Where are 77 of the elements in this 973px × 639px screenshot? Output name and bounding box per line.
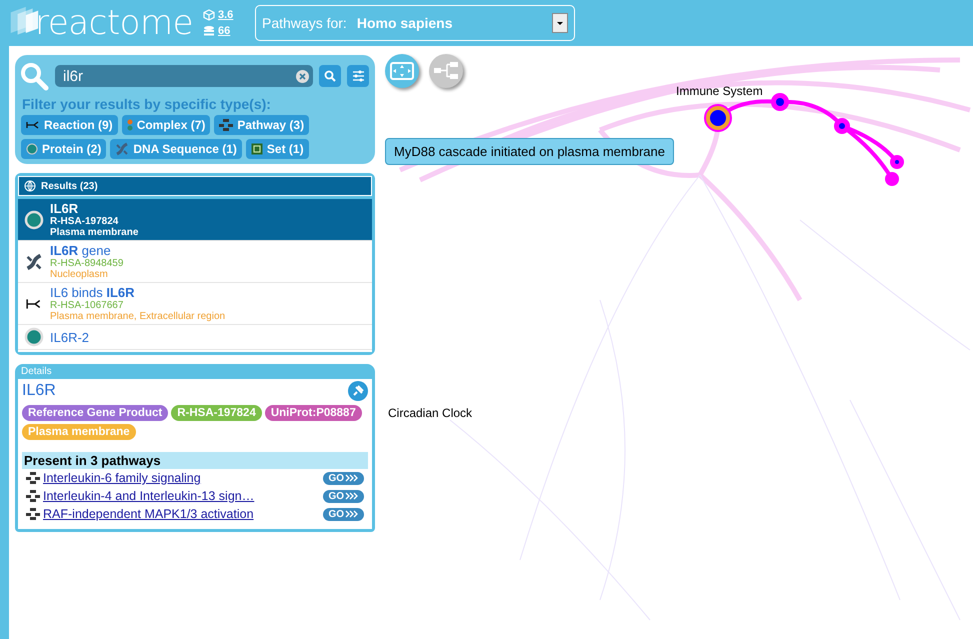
chevrons-icon (345, 492, 359, 500)
filter-chip[interactable]: DNA Sequence (1) (110, 139, 242, 159)
hierarchy-icon (26, 508, 40, 520)
globe-icon (24, 180, 36, 192)
pathway-node[interactable] (885, 172, 899, 186)
filter-chip[interactable]: Complex (7) (122, 115, 210, 135)
pathway-node[interactable] (890, 155, 904, 169)
filter-heading: Filter your results by specific type(s): (22, 96, 272, 112)
result-location: Plasma membrane, Extracellular region (50, 311, 226, 322)
hierarchy-icon (219, 119, 234, 131)
protein-icon (24, 210, 44, 230)
pathway-link[interactable]: Interleukin-6 family signaling (43, 471, 320, 485)
results-title: Results (23) (41, 180, 98, 192)
set-icon (250, 143, 263, 155)
fit-view-button[interactable] (385, 54, 419, 88)
result-location: Nucleoplasm (50, 269, 109, 280)
hierarchy-icon (26, 490, 40, 502)
tag: R-HSA-197824 (171, 405, 262, 421)
logo-text: reactome (35, 3, 193, 43)
dna-icon (25, 252, 43, 270)
reaction-icon (26, 120, 40, 130)
result-id: R-HSA-1067667 (50, 300, 124, 311)
results-header[interactable]: Results (23) (18, 176, 372, 196)
pathway-node[interactable] (771, 93, 789, 111)
tag: Plasma membrane (22, 424, 136, 440)
result-item[interactable]: IL6R R-HSA-197824 Plasma membrane (18, 199, 372, 241)
filter-chip[interactable]: Pathway (3) (214, 115, 310, 135)
result-id: R-HSA-8948459 (50, 258, 124, 269)
tag: Reference Gene Product (22, 405, 168, 421)
pathway-label[interactable]: Immune System (676, 84, 763, 98)
details-heading: Details (20, 365, 53, 379)
protein-icon (26, 143, 38, 155)
clear-icon[interactable] (296, 70, 309, 82)
filter-chip[interactable]: Set (1) (246, 139, 309, 159)
pathways-heading: Present in 3 pathways (22, 452, 368, 469)
species-value: Homo sapiens (356, 15, 454, 31)
tag: UniProt:P08887 (264, 405, 362, 421)
pathway-link[interactable]: RAF-independent MAPK1/3 activation (43, 507, 320, 521)
dna-icon (115, 142, 130, 156)
species-label: Pathways for: (262, 15, 347, 31)
search-button[interactable] (319, 65, 341, 87)
cube-icon (203, 9, 215, 21)
database-icon (203, 25, 215, 37)
go-button[interactable]: GO (323, 508, 364, 520)
chevrons-icon (345, 510, 359, 518)
result-location: Plasma membrane (50, 227, 138, 238)
collapsed-panel-handle[interactable] (0, 46, 9, 639)
result-id: R-HSA-197824 (50, 216, 120, 227)
pathway-label[interactable]: Circadian Clock (388, 406, 472, 420)
details-title: IL6R (22, 382, 56, 400)
result-name: IL6 binds IL6R (50, 285, 136, 300)
hierarchy-icon (26, 472, 40, 484)
result-item[interactable]: IL6R-2 (18, 325, 372, 350)
reaction-icon (26, 298, 42, 310)
pathway-tooltip: MyD88 cascade initiated on plasma membrane (385, 138, 674, 165)
chevrons-icon (345, 474, 359, 482)
pathway-link[interactable]: Interleukin-4 and Interleukin-13 sign… (43, 489, 320, 503)
filter-chip[interactable]: Protein (2) (21, 139, 106, 159)
search-field[interactable]: il6r (55, 65, 313, 87)
go-button[interactable]: GO (323, 472, 364, 484)
complex-icon (126, 119, 133, 131)
result-name: IL6R-2 (50, 330, 90, 344)
go-button[interactable]: GO (323, 490, 364, 502)
search-icon (19, 61, 49, 91)
sliders-icon (352, 70, 364, 82)
pathway-node[interactable] (834, 118, 850, 134)
diagram-icon (433, 61, 459, 81)
filter-chip[interactable]: Reaction (9) (21, 115, 118, 135)
selected-pathway-node[interactable] (704, 104, 732, 132)
search-icon (324, 70, 336, 82)
fit-screen-icon (390, 62, 414, 80)
filter-settings-button[interactable] (347, 65, 369, 87)
result-name: IL6R gene (50, 243, 112, 258)
protein-icon (24, 327, 44, 347)
diagram-view-button[interactable] (429, 54, 463, 88)
result-name: IL6R (50, 201, 80, 216)
search-input[interactable]: il6r (61, 66, 296, 86)
